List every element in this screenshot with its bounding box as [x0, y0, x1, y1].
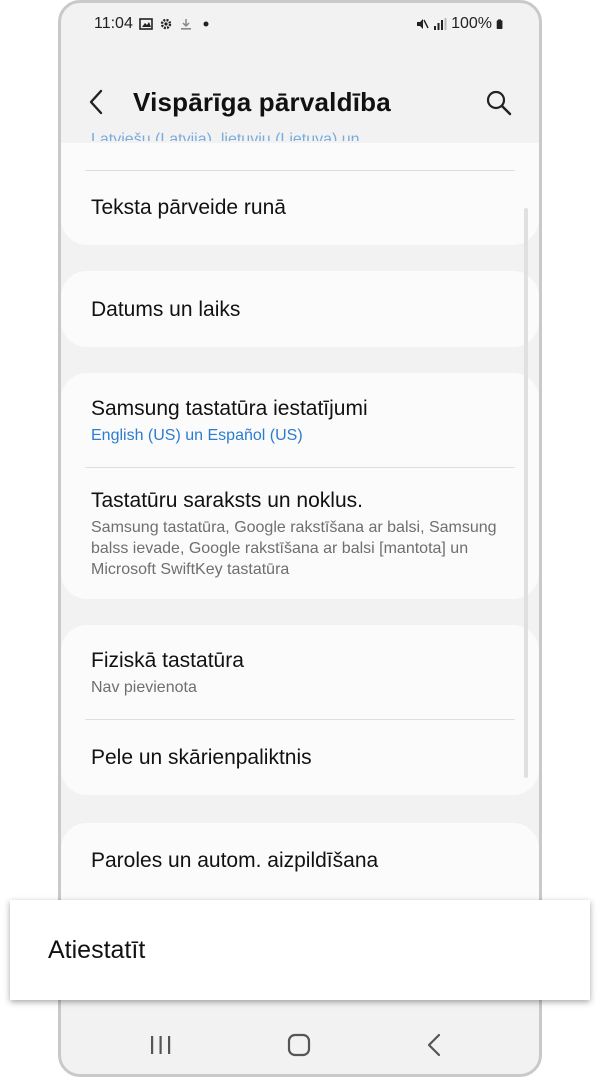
settings-card: Datums un laiks — [61, 271, 539, 347]
partial-item-subtitle: Latviešu (Latvija), lietuvių (Lietuva) u… — [91, 131, 378, 141]
item-subtitle: Samsung tastatūra, Google rakstīšana ar … — [91, 519, 497, 578]
list-item-mouse-touchpad[interactable]: Pele un skārienpaliktnis — [91, 746, 509, 770]
item-title: Teksta pārveide runā — [91, 196, 286, 219]
settings-icon — [160, 18, 172, 30]
list-item-physical-keyboard[interactable]: Fiziskā tastatūra Nav pievienota — [91, 649, 509, 698]
item-title: Pele un skārienpaliktnis — [91, 746, 312, 769]
scrollbar[interactable] — [524, 208, 528, 778]
item-title: Samsung tastatūra iestatījumi — [91, 397, 368, 420]
item-subtitle: English (US) un Español (US) — [91, 427, 303, 444]
settings-card: Latviešu (Latvija), lietuvių (Lietuva) u… — [61, 131, 539, 245]
list-item-passwords-autofill[interactable]: Paroles un autom. aizpildīšana — [91, 849, 509, 873]
notification-dot-icon — [203, 21, 209, 27]
list-item-text-to-speech[interactable]: Teksta pārveide runā — [91, 196, 509, 220]
divider — [85, 170, 515, 171]
status-time: 11:04 — [94, 15, 133, 32]
item-title: Fiziskā tastatūra — [91, 649, 244, 672]
back-icon[interactable] — [420, 1032, 450, 1058]
status-bar: 11:04 100% — [61, 11, 539, 37]
list-item-samsung-keyboard[interactable]: Samsung tastatūra iestatījumi English (U… — [91, 397, 509, 446]
item-title: Tastatūru saraksts un noklus. — [91, 489, 363, 512]
recent-apps-icon[interactable] — [146, 1032, 176, 1058]
reset-item-highlight[interactable]: Atiestatīt — [10, 900, 590, 1000]
gallery-icon — [139, 18, 153, 30]
list-item-date-time[interactable]: Datums un laiks — [91, 298, 509, 322]
item-title: Datums un laiks — [91, 298, 241, 321]
reset-label: Atiestatīt — [48, 936, 146, 964]
divider — [85, 719, 515, 720]
list-item-keyboard-list[interactable]: Tastatūru saraksts un noklus. Samsung ta… — [91, 489, 509, 580]
download-icon — [180, 19, 191, 30]
page-title: Vispārīga pārvaldība — [133, 87, 391, 117]
status-right: 100% — [415, 15, 506, 33]
settings-card: Fiziskā tastatūra Nav pievienota Pele un… — [61, 625, 539, 795]
item-subtitle: Nav pievienota — [91, 679, 197, 696]
navigation-bar — [58, 1010, 542, 1070]
home-icon[interactable] — [284, 1032, 314, 1058]
app-header: Vispārīga pārvaldība — [61, 73, 539, 133]
settings-card: Samsung tastatūra iestatījumi English (U… — [61, 373, 539, 599]
back-arrow-icon[interactable] — [85, 87, 109, 117]
mute-icon — [417, 19, 429, 29]
signal-icon — [434, 18, 447, 30]
battery-icon — [496, 19, 503, 29]
divider — [85, 467, 515, 468]
item-title: Paroles un autom. aizpildīšana — [91, 849, 379, 872]
search-icon[interactable] — [485, 89, 513, 117]
battery-percent: 100% — [451, 15, 492, 32]
status-left: 11:04 — [94, 15, 213, 33]
